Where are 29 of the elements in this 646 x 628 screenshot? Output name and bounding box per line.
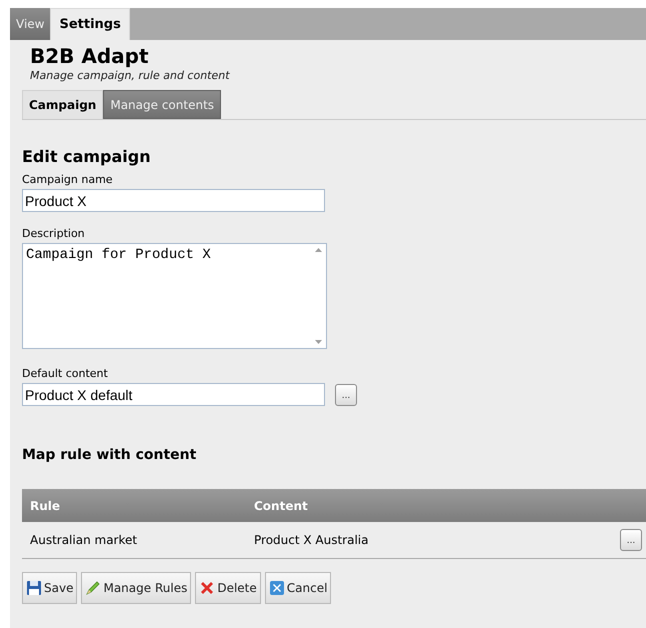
- browse-button[interactable]: ...: [335, 384, 357, 406]
- scroll-down-icon[interactable]: [314, 340, 322, 344]
- save-button[interactable]: Save: [22, 572, 78, 604]
- browse-button[interactable]: ...: [620, 529, 642, 551]
- description-field[interactable]: Campaign for Product X: [22, 243, 327, 349]
- field-label: Campaign name: [22, 173, 114, 187]
- cross-icon: [199, 580, 216, 596]
- delete-button[interactable]: Delete: [195, 572, 261, 604]
- field-label: Description: [22, 227, 86, 241]
- default-content-field[interactable]: Product X default: [22, 383, 325, 406]
- rules-button[interactable]: Manage Rules: [81, 572, 192, 604]
- section-tab[interactable]: Manage contents: [103, 90, 222, 119]
- top-tab[interactable]: Settings: [50, 8, 130, 40]
- table-cell-text: Australian market: [29, 532, 138, 549]
- field-label: Default content: [22, 367, 109, 381]
- page-subtitle: Manage campaign, rule and content: [30, 69, 231, 83]
- section-heading: Map rule with content: [22, 446, 198, 464]
- column-header: Rule: [29, 498, 62, 514]
- cancel-icon: [268, 580, 285, 596]
- section-heading: Edit campaign: [22, 147, 152, 167]
- page-title: B2B Adapt: [30, 43, 150, 69]
- column-header: Content: [254, 498, 308, 514]
- campaign-name-field[interactable]: Product X: [22, 189, 325, 212]
- pencil-icon: [85, 580, 102, 596]
- scroll-up-icon[interactable]: [314, 248, 322, 252]
- top-tab[interactable]: View: [10, 8, 50, 40]
- table-cell-text: Product X Australia: [254, 532, 370, 549]
- cancel-button[interactable]: Cancel: [264, 572, 332, 604]
- section-tab[interactable]: Campaign: [22, 90, 104, 119]
